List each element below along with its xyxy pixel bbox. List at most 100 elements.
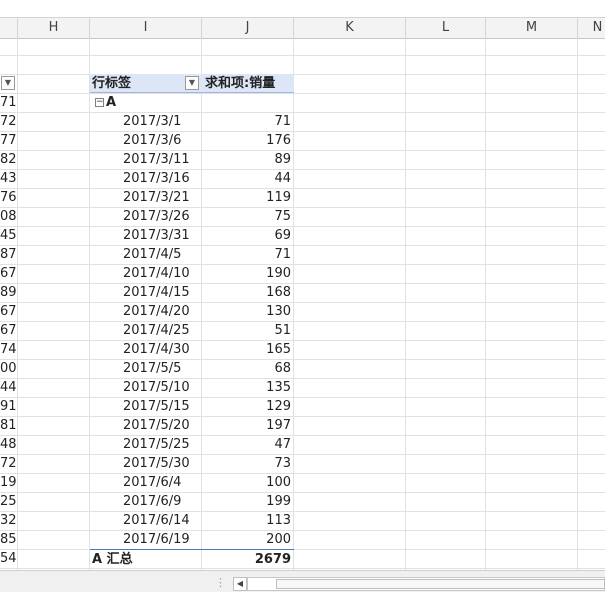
row-gridline — [0, 473, 605, 474]
g-column-cell[interactable]: 67 — [0, 264, 17, 283]
pivot-row-date[interactable]: 2017/4/20 — [123, 302, 202, 321]
pivot-row-value[interactable]: 100 — [202, 473, 294, 492]
pivot-row-value[interactable]: 197 — [202, 416, 294, 435]
g-column-cell[interactable]: 43 — [0, 169, 17, 188]
pivot-row-value[interactable]: 135 — [202, 378, 294, 397]
pivot-row-date[interactable]: 2017/3/21 — [123, 188, 202, 207]
pivot-row-date[interactable]: 2017/6/9 — [123, 492, 202, 511]
column-header-m[interactable]: M — [486, 18, 578, 38]
g-column-cell[interactable]: 08 — [0, 207, 17, 226]
scroll-left-icon[interactable]: ◀ — [233, 577, 247, 591]
g-column-cell[interactable]: 44 — [0, 378, 17, 397]
scrollbar-thumb[interactable] — [276, 579, 605, 589]
pivot-row-date[interactable]: 2017/5/30 — [123, 454, 202, 473]
g-column-cell[interactable]: 19 — [0, 473, 17, 492]
pivot-row-value[interactable]: 47 — [202, 435, 294, 454]
g-column-cell[interactable]: 25 — [0, 492, 17, 511]
pivot-row-value[interactable]: 51 — [202, 321, 294, 340]
pivot-row-value[interactable]: 75 — [202, 207, 294, 226]
g-column-cell[interactable]: 76 — [0, 188, 17, 207]
column-header-g[interactable] — [0, 18, 18, 38]
g-column-cell[interactable]: 89 — [0, 283, 17, 302]
row-gridline — [0, 112, 605, 113]
split-handle-icon[interactable]: ⋮ — [215, 576, 226, 589]
pivot-row-value[interactable]: 200 — [202, 530, 294, 549]
pivot-row-date[interactable]: 2017/6/14 — [123, 511, 202, 530]
pivot-row-value[interactable]: 190 — [202, 264, 294, 283]
pivot-row-date[interactable]: 2017/6/19 — [123, 530, 202, 549]
pivot-row-date[interactable]: 2017/3/26 — [123, 207, 202, 226]
pivot-row-value[interactable]: 71 — [202, 245, 294, 264]
g-column-cell[interactable]: 48 — [0, 435, 17, 454]
pivot-row-date[interactable]: 2017/3/1 — [123, 112, 202, 131]
pivot-row-value[interactable]: 199 — [202, 492, 294, 511]
column-header-j[interactable]: J — [202, 18, 294, 38]
pivot-row-date[interactable]: 2017/4/5 — [123, 245, 202, 264]
pivot-value-header[interactable]: 求和项:销量 — [202, 74, 294, 93]
pivot-total-label[interactable]: A 汇总 — [90, 549, 202, 568]
pivot-row-date[interactable]: 2017/4/30 — [123, 340, 202, 359]
g-column-cell[interactable]: 45 — [0, 226, 17, 245]
pivot-row-date[interactable]: 2017/5/10 — [123, 378, 202, 397]
pivot-value-header-text: 求和项:销量 — [205, 76, 276, 91]
column-header-k[interactable]: K — [294, 18, 406, 38]
g-column-cell[interactable]: 32 — [0, 511, 17, 530]
row-gridline — [0, 245, 605, 246]
g-column-cell[interactable]: 71 — [0, 93, 17, 112]
row-gridline — [0, 169, 605, 170]
g-column-cell[interactable]: 67 — [0, 321, 17, 340]
pivot-row-date[interactable]: 2017/3/16 — [123, 169, 202, 188]
pivot-row-value[interactable]: 68 — [202, 359, 294, 378]
pivot-row-value[interactable]: 119 — [202, 188, 294, 207]
pivot-total-value[interactable]: 2679 — [202, 549, 294, 568]
pivot-filter-dropdown-icon[interactable]: ▼ — [185, 76, 199, 90]
g-column-cell[interactable]: 74 — [0, 340, 17, 359]
g-column-cell[interactable]: 77 — [0, 131, 17, 150]
pivot-row-date[interactable]: 2017/4/15 — [123, 283, 202, 302]
g-column-cell[interactable]: 81 — [0, 416, 17, 435]
pivot-group-label[interactable]: A — [106, 93, 196, 112]
g-column-cell[interactable]: 54 — [0, 549, 17, 568]
g-column-cell[interactable]: 00 — [0, 359, 17, 378]
column-header-l[interactable]: L — [406, 18, 486, 38]
pivot-row-value[interactable]: 113 — [202, 511, 294, 530]
g-column-cell[interactable]: 72 — [0, 454, 17, 473]
pivot-row-value[interactable]: 165 — [202, 340, 294, 359]
column-header-h[interactable]: H — [18, 18, 90, 38]
spreadsheet-grid[interactable]: ▼ 行标签 ▼ 求和项:销量 − A 2017/3/1 71 2017/3/6 176… — [0, 38, 605, 570]
pivot-row-value[interactable]: 89 — [202, 150, 294, 169]
pivot-row-value[interactable]: 129 — [202, 397, 294, 416]
pivot-row-date[interactable]: 2017/5/15 — [123, 397, 202, 416]
g-column-cell[interactable]: 91 — [0, 397, 17, 416]
pivot-row-value[interactable]: 69 — [202, 226, 294, 245]
column-header-n[interactable]: N — [578, 18, 605, 38]
pivot-row-value[interactable]: 130 — [202, 302, 294, 321]
pivot-row-value[interactable]: 44 — [202, 169, 294, 188]
pivot-row-value[interactable]: 73 — [202, 454, 294, 473]
pivot-row-value[interactable]: 71 — [202, 112, 294, 131]
pivot-row-date[interactable]: 2017/5/25 — [123, 435, 202, 454]
g-column-cell[interactable]: 85 — [0, 530, 17, 549]
pivot-row-date[interactable]: 2017/5/5 — [123, 359, 202, 378]
collapse-icon[interactable]: − — [95, 98, 104, 107]
pivot-row-value[interactable]: 176 — [202, 131, 294, 150]
pivot-row-date[interactable]: 2017/5/20 — [123, 416, 202, 435]
g-column-cell[interactable]: 72 — [0, 112, 17, 131]
pivot-row-value[interactable]: 168 — [202, 283, 294, 302]
pivot-row-date[interactable]: 2017/3/11 — [123, 150, 202, 169]
column-gridline — [89, 38, 90, 570]
column-gridline — [405, 38, 406, 570]
pivot-row-date[interactable]: 2017/4/25 — [123, 321, 202, 340]
g-filter-dropdown-icon[interactable]: ▼ — [1, 76, 15, 90]
g-column-cell[interactable]: 67 — [0, 302, 17, 321]
g-column-cell[interactable]: 87 — [0, 245, 17, 264]
row-gridline — [0, 492, 605, 493]
pivot-row-date[interactable]: 2017/3/31 — [123, 226, 202, 245]
pivot-row-date[interactable]: 2017/6/4 — [123, 473, 202, 492]
row-gridline — [0, 321, 605, 322]
pivot-row-date[interactable]: 2017/3/6 — [123, 131, 202, 150]
g-column-cell[interactable]: 82 — [0, 150, 17, 169]
column-header-i[interactable]: I — [90, 18, 202, 38]
pivot-row-date[interactable]: 2017/4/10 — [123, 264, 202, 283]
row-gridline — [0, 454, 605, 455]
